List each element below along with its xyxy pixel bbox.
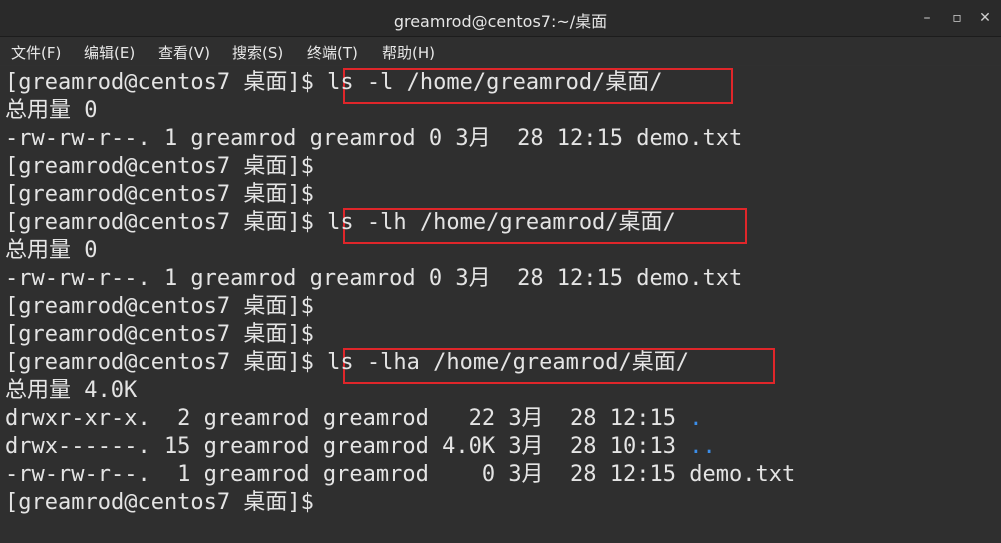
output-text: -rw-rw-r--. 1 greamrod greamrod 0 3月 28 … xyxy=(5,266,743,291)
terminal-output[interactable]: [greamrod@centos7 桌面]$ ls -l /home/gream… xyxy=(0,66,1001,543)
output-line: 总用量 4.0K xyxy=(5,377,137,405)
close-icon[interactable]: ✕ xyxy=(971,6,999,30)
prompt-line: [greamrod@centos7 桌面]$ xyxy=(5,153,327,181)
output-line: -rw-rw-r--. 1 greamrod greamrod 0 3月 28 … xyxy=(5,461,795,489)
prompt-text: [greamrod@centos7 桌面]$ xyxy=(5,182,328,207)
maximize-icon[interactable]: ▫ xyxy=(943,6,971,30)
command-text: ls -lh /home/greamrod/桌面/ xyxy=(327,210,676,235)
window-title: greamrod@centos7:~/桌面 xyxy=(393,12,608,31)
prompt-line: [greamrod@centos7 桌面]$ ls -l /home/gream… xyxy=(5,69,663,97)
output-text: 总用量 0 xyxy=(5,98,98,123)
output-text: -rw-rw-r--. 1 greamrod greamrod 0 3月 28 … xyxy=(5,462,796,487)
output-line: drwxr-xr-x. 2 greamrod greamrod 22 3月 28… xyxy=(5,405,703,433)
command-text: ls -lha /home/greamrod/桌面/ xyxy=(327,350,690,375)
prompt-text: [greamrod@centos7 桌面]$ xyxy=(5,322,328,347)
menu-bar: 文件(F) 编辑(E) 查看(V) 搜索(S) 终端(T) 帮助(H) xyxy=(0,37,1001,65)
menu-help[interactable]: 帮助(H) xyxy=(382,42,435,63)
output-text: -rw-rw-r--. 1 greamrod greamrod 0 3月 28 … xyxy=(5,126,743,151)
output-line: 总用量 0 xyxy=(5,97,98,125)
title-bar: greamrod@centos7:~/桌面 – ▫ ✕ xyxy=(0,0,1001,37)
prompt-line: [greamrod@centos7 桌面]$ xyxy=(5,489,327,517)
prompt-text: [greamrod@centos7 桌面]$ xyxy=(5,210,328,235)
output-text: drwx------. 15 greamrod greamrod 4.0K 3月… xyxy=(5,434,690,459)
output-text: 总用量 4.0K xyxy=(5,378,138,403)
directory-entry: .. xyxy=(689,434,716,459)
menu-search[interactable]: 搜索(S) xyxy=(232,42,283,63)
prompt-line: [greamrod@centos7 桌面]$ xyxy=(5,293,327,321)
terminal-window: greamrod@centos7:~/桌面 – ▫ ✕ 文件(F) 编辑(E) … xyxy=(0,0,1001,543)
output-text: 总用量 0 xyxy=(5,238,98,263)
minimize-icon[interactable]: – xyxy=(913,6,941,30)
menu-view[interactable]: 查看(V) xyxy=(158,42,210,63)
prompt-text: [greamrod@centos7 桌面]$ xyxy=(5,294,328,319)
prompt-line: [greamrod@centos7 桌面]$ xyxy=(5,181,327,209)
output-line: 总用量 0 xyxy=(5,237,98,265)
menu-file[interactable]: 文件(F) xyxy=(11,42,61,63)
prompt-line: [greamrod@centos7 桌面]$ xyxy=(5,321,327,349)
prompt-line: [greamrod@centos7 桌面]$ ls -lh /home/grea… xyxy=(5,209,676,237)
prompt-text: [greamrod@centos7 桌面]$ xyxy=(5,154,328,179)
command-text: ls -l /home/greamrod/桌面/ xyxy=(327,70,663,95)
directory-entry: . xyxy=(689,406,703,431)
menu-edit[interactable]: 编辑(E) xyxy=(84,42,135,63)
prompt-text: [greamrod@centos7 桌面]$ xyxy=(5,70,328,95)
prompt-line: [greamrod@centos7 桌面]$ ls -lha /home/gre… xyxy=(5,349,689,377)
prompt-text: [greamrod@centos7 桌面]$ xyxy=(5,350,328,375)
output-line: -rw-rw-r--. 1 greamrod greamrod 0 3月 28 … xyxy=(5,125,742,153)
output-text: drwxr-xr-x. 2 greamrod greamrod 22 3月 28… xyxy=(5,406,690,431)
menu-terminal[interactable]: 终端(T) xyxy=(307,42,358,63)
output-line: drwx------. 15 greamrod greamrod 4.0K 3月… xyxy=(5,433,716,461)
output-line: -rw-rw-r--. 1 greamrod greamrod 0 3月 28 … xyxy=(5,265,742,293)
prompt-text: [greamrod@centos7 桌面]$ xyxy=(5,490,328,515)
